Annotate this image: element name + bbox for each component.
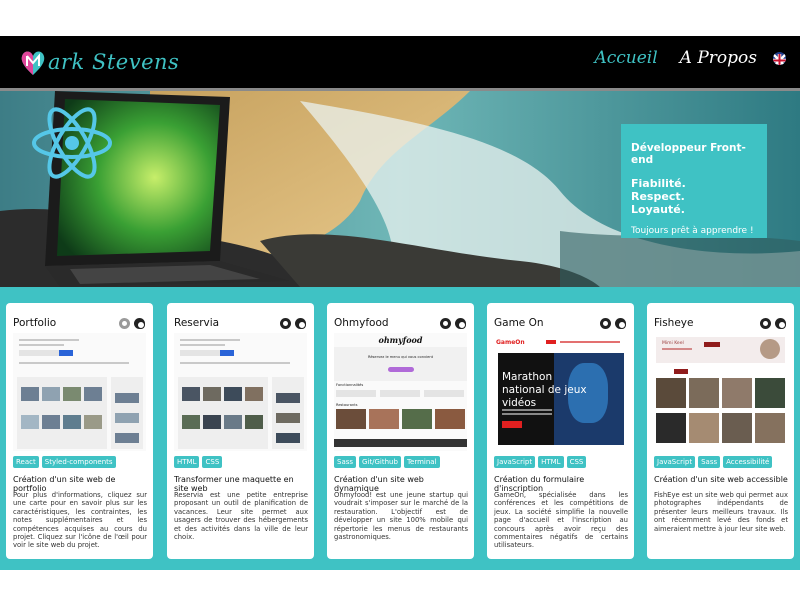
card-subtitle: Création d'un site web accessible <box>654 475 788 484</box>
tag: Sass <box>334 456 357 468</box>
hero-info-box: Développeur Front-end Fiabilité. Respect… <box>621 124 767 238</box>
tag-list: JavaScript HTML CSS <box>494 456 589 468</box>
hero-quality-1: Fiabilité. <box>631 177 686 190</box>
tag-list: React Styled-components <box>13 456 119 468</box>
card-actions <box>756 318 786 329</box>
tag: CSS <box>566 456 587 468</box>
tag: Terminal <box>403 456 440 468</box>
thumb-ohmyfood-logo: ohmyfood <box>378 335 423 345</box>
tag-list: JavaScript Sass Accessibilité <box>654 456 775 468</box>
project-thumbnail: GameOn Marathon national de jeux vidéos <box>494 333 627 451</box>
tag: React <box>13 456 39 468</box>
card-description: FishEye est un site web qui permet aux p… <box>654 491 788 533</box>
github-icon[interactable] <box>775 318 786 329</box>
tag: HTML <box>538 456 564 468</box>
card-description: Reservia est une petite entreprise propo… <box>174 491 308 542</box>
thumb-gameon-title: Marathon national de jeux vidéos <box>502 371 587 409</box>
project-card-fisheye[interactable]: Fisheye Mimi Keel JavaScript Sass Access… <box>647 303 794 559</box>
card-title: Fisheye <box>654 317 694 329</box>
eye-icon[interactable] <box>760 318 771 329</box>
tag: JavaScript <box>494 456 536 468</box>
tag-list: Sass Git/Github Terminal <box>334 456 443 468</box>
github-icon[interactable] <box>295 318 306 329</box>
project-thumbnail: Mimi Keel <box>654 333 787 451</box>
project-card-ohmyfood[interactable]: Ohmyfood ohmyfood Réservez le menu qui v… <box>327 303 474 559</box>
tag: Sass <box>698 456 721 468</box>
hero-tagline: Toujours prêt à apprendre ! <box>631 226 754 236</box>
logo-name: ark Stevens <box>48 50 180 74</box>
card-actions <box>596 318 626 329</box>
eye-icon[interactable] <box>119 318 130 329</box>
tag: Styled-components <box>41 456 116 468</box>
tag: CSS <box>202 456 223 468</box>
github-icon[interactable] <box>455 318 466 329</box>
hero-quality-2: Respect. <box>631 190 685 203</box>
nav-home-link[interactable]: Accueil <box>594 48 657 68</box>
card-actions <box>276 318 306 329</box>
card-description: Ohmyfood! est une jeune startup qui voud… <box>334 491 468 542</box>
github-icon[interactable] <box>134 318 145 329</box>
heart-logo-icon <box>20 47 46 77</box>
tag: Accessibilité <box>723 456 773 468</box>
tag: Git/Github <box>359 456 401 468</box>
project-card-portfolio[interactable]: Portfolio React Styled-components Créati… <box>6 303 153 559</box>
project-thumbnail: ohmyfood Réservez le menu qui vous convi… <box>334 333 467 451</box>
project-thumbnail <box>174 333 307 451</box>
card-description: GameOn, spécialisée dans les conférences… <box>494 491 628 550</box>
project-card-reservia[interactable]: Reservia HTML CSS Transformer une maquet… <box>167 303 314 559</box>
card-title: Portfolio <box>13 317 57 329</box>
card-title: Reservia <box>174 317 220 329</box>
thumb-gameon-logo: GameOn <box>496 339 525 346</box>
logo[interactable]: ark Stevens <box>20 42 179 82</box>
project-card-gameon[interactable]: Game On GameOn Marathon national de jeux… <box>487 303 634 559</box>
thumb-fisheye-name: Mimi Keel <box>662 341 684 346</box>
page: { "header": { "logo_text": "ark Stevens"… <box>0 0 800 600</box>
tag: HTML <box>174 456 200 468</box>
eye-icon[interactable] <box>280 318 291 329</box>
thumb-ohmyfood-heading: Réservez le menu qui vous convient <box>367 355 434 359</box>
eye-icon[interactable] <box>600 318 611 329</box>
nav-about-link[interactable]: A Propos <box>680 48 757 68</box>
uk-flag-icon[interactable] <box>773 51 786 65</box>
site-header: ark Stevens Accueil A Propos <box>0 36 800 90</box>
card-title: Ohmyfood <box>334 317 389 329</box>
github-icon[interactable] <box>615 318 626 329</box>
hero-quality-3: Loyauté. <box>631 203 685 216</box>
card-actions <box>115 318 145 329</box>
project-thumbnail <box>13 333 146 451</box>
card-description: Pour plus d'informations, cliquez sur un… <box>13 491 147 550</box>
tag-list: HTML CSS <box>174 456 225 468</box>
hero-role: Développeur Front-end <box>631 142 746 166</box>
thumb-ohmyfood-restaurants: Restaurants <box>336 403 358 407</box>
eye-icon[interactable] <box>440 318 451 329</box>
main-nav: Accueil A Propos <box>572 48 786 68</box>
card-actions <box>436 318 466 329</box>
thumb-ohmyfood-features: Fonctionnalités <box>336 383 364 387</box>
tag: JavaScript <box>654 456 696 468</box>
card-title: Game On <box>494 317 544 329</box>
